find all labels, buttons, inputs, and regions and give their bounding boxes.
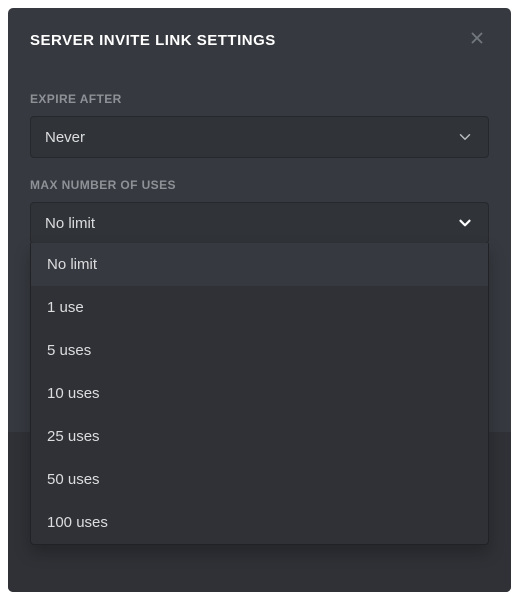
dropdown-option[interactable]: 1 use	[31, 286, 488, 329]
modal-title: SERVER INVITE LINK SETTINGS	[30, 32, 276, 49]
expire-after-value: Never	[45, 129, 85, 146]
max-uses-select[interactable]: No limit No limit 1 use 5 uses 10 uses 2…	[30, 202, 489, 244]
max-uses-field: MAX NUMBER OF USES No limit No limit 1 u…	[30, 178, 489, 244]
modal-header: SERVER INVITE LINK SETTINGS	[8, 8, 511, 66]
dropdown-option[interactable]: No limit	[31, 243, 488, 286]
max-uses-value: No limit	[45, 215, 95, 232]
max-uses-label: MAX NUMBER OF USES	[30, 178, 489, 192]
dropdown-option[interactable]: 50 uses	[31, 458, 488, 501]
expire-after-label: EXPIRE AFTER	[30, 92, 489, 106]
max-uses-dropdown: No limit 1 use 5 uses 10 uses 25 uses 50…	[30, 243, 489, 545]
close-button[interactable]	[465, 28, 489, 52]
invite-settings-modal: SERVER INVITE LINK SETTINGS EXPIRE AFTER…	[8, 8, 511, 592]
dropdown-option[interactable]: 5 uses	[31, 329, 488, 372]
close-icon	[468, 29, 486, 52]
dropdown-option[interactable]: 25 uses	[31, 415, 488, 458]
dropdown-option[interactable]: 100 uses	[31, 501, 488, 544]
chevron-down-icon	[456, 214, 474, 232]
expire-after-field: EXPIRE AFTER Never	[30, 92, 489, 158]
modal-body: EXPIRE AFTER Never MAX NUMBER OF USES No…	[8, 66, 511, 266]
dropdown-option[interactable]: 10 uses	[31, 372, 488, 415]
chevron-down-icon	[456, 128, 474, 146]
expire-after-select[interactable]: Never	[30, 116, 489, 158]
